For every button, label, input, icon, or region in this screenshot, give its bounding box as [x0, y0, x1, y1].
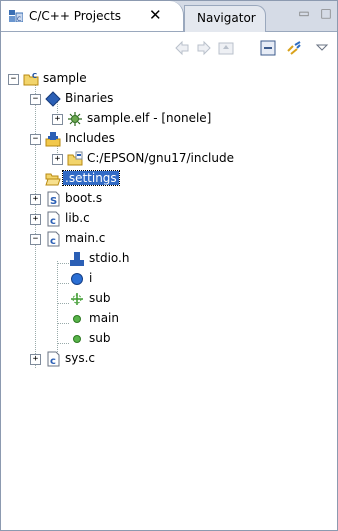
tree-item-label: C:/EPSON/gnu17/include — [87, 151, 234, 165]
tree-item-lib-c[interactable]: + c lib.c — [1, 209, 331, 229]
tree-item-label: sub — [89, 331, 111, 345]
tree-item-stdio-h[interactable]: stdio.h — [1, 249, 331, 269]
tree-item-label: lib.c — [65, 211, 90, 225]
tab-bar: C C/C++ Projects ✕ Navigator ▭ □ — [1, 1, 337, 32]
tree-item-label: main — [89, 311, 119, 325]
function-declaration-icon — [71, 293, 83, 305]
tree-item-include-path[interactable]: + C:/EPSON/gnu17/include — [1, 149, 331, 169]
up-icon[interactable] — [217, 39, 235, 57]
expand-icon[interactable]: + — [52, 114, 63, 125]
back-icon[interactable] — [173, 39, 191, 57]
expand-icon[interactable]: + — [30, 194, 41, 205]
minimize-icon[interactable]: ▭ — [297, 7, 311, 21]
c-file-icon: c — [47, 231, 60, 247]
svg-text:C: C — [17, 16, 21, 22]
tree-item-boot-s[interactable]: + S boot.s — [1, 189, 331, 209]
tree-item-includes[interactable]: − Includes — [1, 129, 331, 149]
tree-item-sub-declaration[interactable]: sub — [1, 289, 331, 309]
tree-item-var-i[interactable]: i — [1, 269, 331, 289]
forward-icon[interactable] — [195, 39, 213, 57]
tree-item-label: .settings — [62, 170, 120, 186]
tree-item-label: main.c — [65, 231, 106, 245]
view-toolbar — [1, 32, 337, 62]
svg-text:c: c — [50, 236, 56, 247]
svg-text:c: c — [50, 356, 56, 367]
collapse-all-icon[interactable] — [259, 39, 277, 57]
svg-text:c: c — [50, 216, 56, 227]
collapse-icon[interactable]: − — [8, 74, 19, 85]
tab-cpp-projects[interactable]: C C/C++ Projects ✕ — [1, 1, 184, 31]
variable-icon — [71, 273, 83, 285]
c-project-folder-icon: C — [23, 72, 39, 86]
view-menu-icon[interactable] — [313, 39, 331, 57]
executable-bug-icon — [68, 112, 82, 126]
tree-item-label: Includes — [65, 131, 115, 145]
tab-navigator-label: Navigator — [197, 11, 256, 25]
cpp-projects-icon: C — [9, 10, 23, 22]
tree-item-label: sample — [43, 71, 87, 85]
include-icon — [70, 252, 84, 266]
tree-item-label: i — [89, 271, 93, 285]
tree-item-label: Binaries — [65, 91, 114, 105]
tree-item-settings[interactable]: .settings — [1, 169, 331, 189]
tree-item-label: boot.s — [65, 191, 103, 205]
tree-item-binaries[interactable]: − Binaries — [1, 89, 331, 109]
tree-item-label: stdio.h — [89, 251, 130, 265]
binaries-icon — [45, 91, 61, 107]
project-explorer-view: C C/C++ Projects ✕ Navigator ▭ □ − C sam… — [0, 0, 338, 531]
expand-icon[interactable]: + — [30, 354, 41, 365]
include-folder-icon — [67, 151, 83, 166]
tree-item-main-function[interactable]: main — [1, 309, 331, 329]
c-file-icon: c — [47, 211, 60, 227]
svg-text:C: C — [32, 72, 37, 80]
expand-icon[interactable]: + — [30, 214, 41, 225]
link-editor-icon[interactable] — [285, 39, 303, 57]
tree-item-label: sub — [89, 291, 111, 305]
asm-file-icon: S — [47, 191, 60, 207]
tree-item-sub-function[interactable]: sub — [1, 329, 331, 349]
maximize-icon[interactable]: □ — [319, 7, 333, 21]
tree-item-label: sample.elf - [nonele] — [87, 111, 212, 125]
tab-navigator[interactable]: Navigator — [184, 5, 266, 32]
close-icon[interactable]: ✕ — [149, 6, 162, 24]
collapse-icon[interactable]: − — [30, 234, 41, 245]
tab-cpp-projects-label: C/C++ Projects — [29, 9, 122, 23]
tree-item-sys-c[interactable]: + c sys.c — [1, 349, 331, 369]
collapse-icon[interactable]: − — [30, 134, 41, 145]
svg-text:S: S — [50, 196, 57, 207]
collapse-icon[interactable]: − — [30, 94, 41, 105]
tree-item-sample-elf[interactable]: + sample.elf - [nonele] — [1, 109, 331, 129]
includes-icon — [45, 132, 61, 147]
tree-item-main-c[interactable]: − c main.c — [1, 229, 331, 249]
function-icon — [73, 315, 81, 323]
tree-item-label: sys.c — [65, 351, 96, 365]
tree-item-sample[interactable]: − C sample — [1, 69, 331, 89]
function-icon — [73, 335, 81, 343]
c-file-icon: c — [47, 351, 60, 367]
expand-icon[interactable]: + — [52, 154, 63, 165]
folder-open-icon — [45, 173, 61, 186]
